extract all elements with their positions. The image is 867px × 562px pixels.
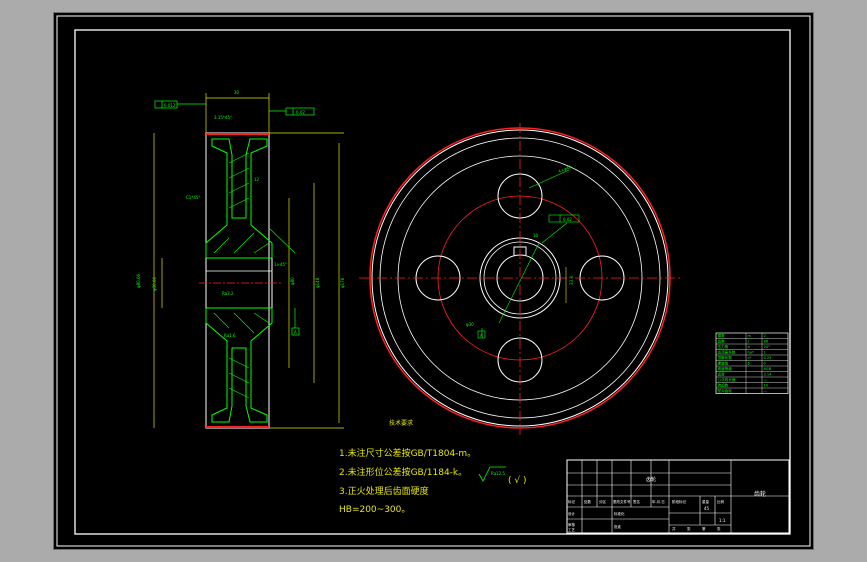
header-cell-2: 处数: [584, 499, 592, 504]
front-tolerance-value: 0.02: [563, 217, 572, 222]
stage-cell-2: 重量: [702, 499, 710, 504]
param-table-cell: z: [748, 340, 750, 344]
param-table-cell: 顶隙系数: [718, 355, 733, 360]
param-table-cell: 公法线长度: [718, 377, 736, 382]
std-label: 标准化: [614, 511, 625, 516]
param-table-cell: α: [748, 345, 751, 349]
role-cell-3: 工艺: [568, 527, 576, 532]
param-table-cell: —: [764, 378, 768, 382]
header-cell-1: 标记: [568, 499, 576, 504]
param-table-cell: 跨齿数: [718, 383, 729, 388]
web-section-top: [205, 138, 273, 259]
sheet-outer-border: [56, 15, 811, 547]
notes-line-3: 3.正火处理后齿面硬度: [339, 485, 429, 497]
param-table-cell: β: [748, 362, 751, 366]
section-hatching: [213, 152, 270, 399]
role-cell-2: 审核: [568, 522, 576, 527]
dim-left-a: φ80.06: [136, 273, 141, 288]
roughness-suffix: ( √ ): [508, 475, 526, 486]
title-part-name: 齿轮: [646, 476, 656, 483]
chamfer-hub-label: C1*45°: [186, 195, 200, 200]
param-table-cell: 齿数: [718, 339, 726, 344]
tolerance-frame-left: [154, 100, 206, 109]
param-table-cell: 齿顶高系数: [718, 350, 736, 355]
param-table-cell: 3.14: [764, 373, 773, 377]
stage-cell-1: 阶段标记: [672, 499, 686, 504]
datum-a-label: A: [294, 330, 297, 335]
title-material: 45: [704, 506, 710, 511]
sheet-cell-2: 张: [687, 526, 691, 531]
param-table-cell: 8GB: [764, 367, 772, 371]
param-table-cell: —: [764, 389, 768, 393]
hole-dim-label: 4×φ40: [558, 164, 573, 174]
roughness-label: Ra12.5: [491, 471, 506, 476]
bore-dim-label: φ30: [466, 322, 474, 327]
angle-label: 1×45°: [274, 262, 287, 267]
stage-cell-3: 比例: [717, 499, 725, 504]
param-table-cell: 0: [764, 362, 767, 366]
param-table-cell: 1: [764, 351, 766, 355]
tolerance-right-value: 0.02: [296, 110, 305, 115]
sheet-cell-4: 张: [717, 526, 721, 531]
param-table-cell: 压力角: [718, 344, 729, 349]
param-table-cell: 模数: [718, 333, 726, 338]
sheet-cell-3: 第: [702, 526, 706, 531]
header-cell-6: 年.月.日: [652, 499, 665, 504]
param-table-cell: 2: [764, 334, 766, 338]
param-table-cell: ha*: [748, 351, 754, 355]
gear-rim-outline: [205, 132, 270, 429]
notes-heading: 技术要求: [389, 419, 413, 427]
dim-right-a: φ80: [290, 277, 295, 285]
header-cell-4: 更改文件号: [613, 499, 631, 504]
dim-right-b: φ148: [315, 277, 320, 288]
param-table-cell: 配对齿轮: [718, 388, 733, 393]
section-view: 30 3.15*45° 12 C1*45° 1×45° Ra3.2 Ra1.6 …: [136, 90, 345, 429]
header-cell-3: 分区: [599, 499, 607, 504]
param-table-cell: m: [748, 334, 752, 338]
param-table-cell: 10: [764, 384, 769, 388]
header-cell-5: 签名: [633, 499, 640, 504]
width-dim: 30: [234, 90, 240, 95]
dim-left-b: φ30.06: [152, 276, 157, 291]
notes-line-4: HB=200~300。: [339, 505, 410, 515]
param-table-cell: 螺旋角: [718, 361, 729, 366]
approve-label: 批准: [614, 524, 622, 529]
chamfer-label: 3.15*45°: [214, 115, 232, 120]
param-table-cell: 齿厚: [718, 372, 726, 377]
notes-line-1: 1.未注尺寸公差按GB/T1804-m。: [339, 447, 476, 459]
title-scale: 1:1: [719, 518, 726, 523]
keyway-width-label: 10: [533, 233, 539, 238]
dim-right-c: φ176: [340, 277, 345, 288]
technical-notes: 技术要求 1.未注尺寸公差按GB/T1804-m。 2.未注形位公差按GB/11…: [339, 419, 526, 515]
title-drawing-name: 齿轮: [754, 490, 766, 498]
param-table-cell: 20°: [764, 345, 771, 349]
title-block-text: 齿轮 齿轮 45 1:1 标记 处数 分区 更改文件号 签名 年.月.日 设计 …: [568, 476, 766, 532]
front-view: 4×φ40 0.02 A φ30 10 33.3: [359, 123, 682, 435]
role-cell-1: 设计: [568, 511, 576, 516]
hub-dim: 12: [254, 177, 260, 182]
roughness-a: Ra3.2: [222, 291, 234, 296]
param-table-cell: 0.25: [764, 356, 772, 360]
keyway-depth-label: 33.3: [569, 276, 574, 285]
sheet-cell-1: 共: [672, 526, 676, 531]
param-table-cell: 精度等级: [718, 366, 733, 371]
cad-drawing-canvas[interactable]: 30 3.15*45° 12 C1*45° 1×45° Ra3.2 Ra1.6 …: [54, 13, 813, 549]
roughness-b: Ra1.6: [224, 333, 236, 338]
gear-parameter-table: 模数 m 2 齿数 z 88 压力角 α 20° 齿顶高系数 ha* 1 顶隙系数 c* 0.25 螺旋角 β 0…: [715, 332, 789, 394]
web-section-bottom: [205, 307, 273, 423]
param-table-cell: 88: [764, 340, 769, 344]
drawing-viewport[interactable]: 30 3.15*45° 12 C1*45° 1×45° Ra3.2 Ra1.6 …: [54, 13, 813, 549]
notes-line-2: 2.未注形位公差按GB/1184-k。: [339, 466, 467, 478]
tolerance-frame-right: [269, 107, 315, 116]
front-datum-label: A: [480, 333, 483, 338]
tolerance-left-value: 0.012: [164, 103, 176, 108]
param-table-cell: c*: [748, 356, 752, 360]
